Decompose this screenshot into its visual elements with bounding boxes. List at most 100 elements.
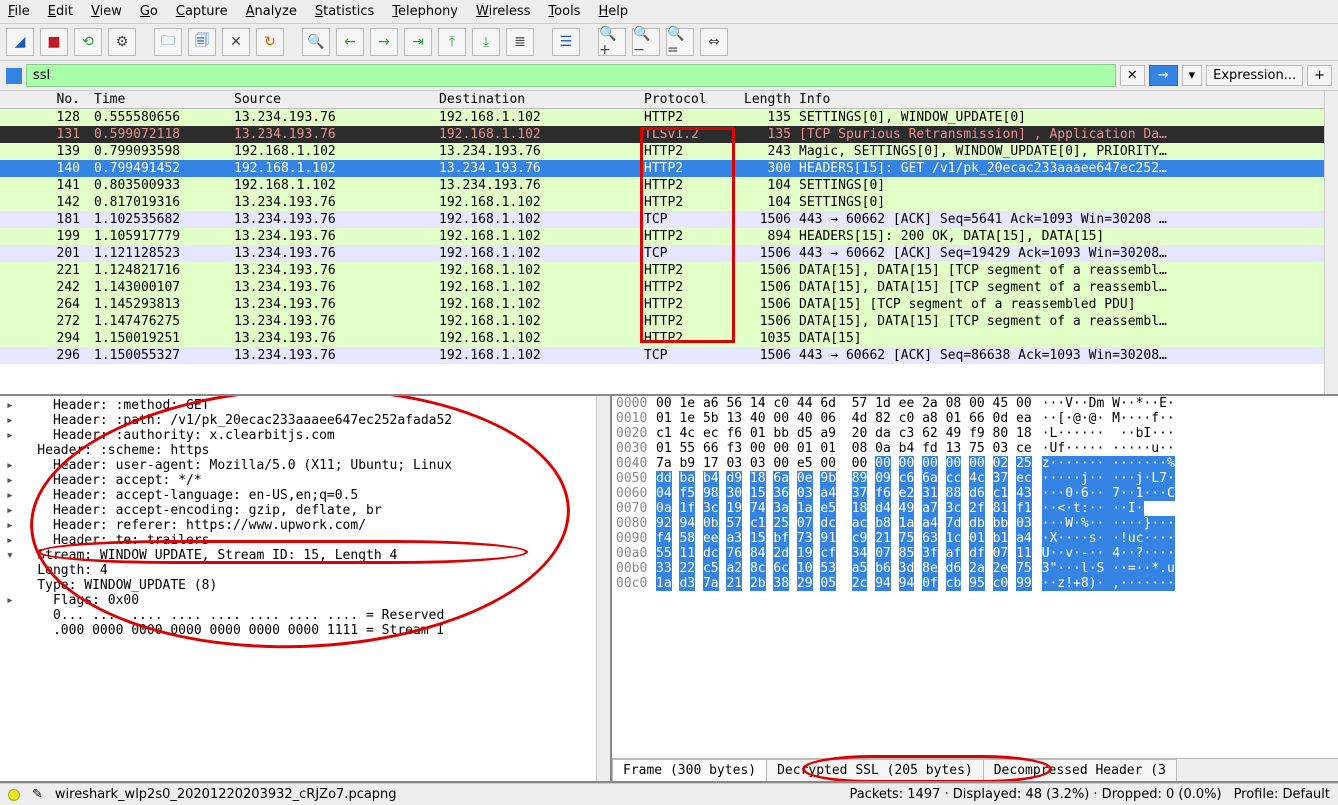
packet-row[interactable]: 1420.81701931613.234.193.76192.168.1.102…	[0, 194, 1338, 211]
go-forward-icon[interactable]: →	[370, 28, 398, 56]
detail-line[interactable]: Type: WINDOW_UPDATE (8)	[0, 578, 610, 593]
detail-line[interactable]: Header: :method: GET	[0, 398, 610, 413]
expression-button[interactable]: Expression...	[1206, 65, 1303, 86]
edit-capture-icon[interactable]: ✎	[32, 787, 43, 802]
packet-row[interactable]: 1400.799491452192.168.1.10213.234.193.76…	[0, 160, 1338, 177]
detail-line[interactable]: 0... .... .... .... .... .... .... .... …	[0, 608, 610, 623]
hex-row[interactable]: 0090f4 58 ee a3 15 bf 73 91 c9 21 75 63 …	[612, 531, 1338, 546]
packet-list-pane[interactable]: No. Time Source Destination Protocol Len…	[0, 91, 1338, 396]
detail-line[interactable]: Header: user-agent: Mozilla/5.0 (X11; Ub…	[0, 458, 610, 473]
resize-columns-icon[interactable]: ⇔	[700, 28, 728, 56]
add-filter-button[interactable]: +	[1307, 65, 1332, 86]
menu-go[interactable]: Go	[140, 4, 158, 19]
zoom-in-icon[interactable]: 🔍+	[598, 28, 626, 56]
packet-row[interactable]: 2421.14300010713.234.193.76192.168.1.102…	[0, 279, 1338, 296]
tab-decrypted-ssl[interactable]: Decrypted SSL (205 bytes)	[766, 759, 984, 781]
packet-row[interactable]: 2011.12112852313.234.193.76192.168.1.102…	[0, 245, 1338, 262]
go-last-icon[interactable]: ⤓	[472, 28, 500, 56]
detail-line[interactable]: Header: :authority: x.clearbitjs.com	[0, 428, 610, 443]
hex-row[interactable]: 00c01a d3 7a 21 2b 38 29 05 2c 94 94 0f …	[612, 576, 1338, 591]
detail-line[interactable]: Length: 4	[0, 563, 610, 578]
packet-row[interactable]: 1390.799093598192.168.1.10213.234.193.76…	[0, 143, 1338, 160]
detail-line[interactable]: Header: referer: https://www.upwork.com/	[0, 518, 610, 533]
col-no-hdr[interactable]: No.	[0, 91, 90, 108]
detail-line[interactable]: Flags: 0x00	[0, 593, 610, 608]
profile-label[interactable]: Profile: Default	[1234, 787, 1330, 802]
zoom-reset-icon[interactable]: 🔍=	[666, 28, 694, 56]
menu-edit[interactable]: Edit	[48, 4, 73, 19]
packet-bytes-pane[interactable]: 000000 1e a6 56 14 c0 44 6d 57 1d ee 2a …	[610, 396, 1338, 781]
expert-info-led-icon[interactable]	[8, 789, 20, 801]
hex-row[interactable]: 0020c1 4c ec f6 01 bb d5 a9 20 da c3 62 …	[612, 426, 1338, 441]
restart-capture-icon[interactable]: ⟲	[74, 28, 102, 56]
go-back-icon[interactable]: ←	[336, 28, 364, 56]
packet-row[interactable]: 2941.15001925113.234.193.76192.168.1.102…	[0, 330, 1338, 347]
zoom-out-icon[interactable]: 🔍−	[632, 28, 660, 56]
menu-capture[interactable]: Capture	[176, 4, 228, 19]
hex-row[interactable]: 001001 1e 5b 13 40 00 40 06 4d 82 c0 a8 …	[612, 411, 1338, 426]
filter-history-icon[interactable]: ▾	[1182, 65, 1203, 86]
hex-row[interactable]: 00700a 1f 3c 19 74 3a 1a e5 18 d4 49 a7 …	[612, 501, 1338, 516]
close-file-icon[interactable]: ✕	[222, 28, 250, 56]
hex-row[interactable]: 000000 1e a6 56 14 c0 44 6d 57 1d ee 2a …	[612, 396, 1338, 411]
detail-line[interactable]: Header: :path: /v1/pk_20ecac233aaaee647e…	[0, 413, 610, 428]
packet-row[interactable]: 2211.12482171613.234.193.76192.168.1.102…	[0, 262, 1338, 279]
find-packet-icon[interactable]: 🔍	[302, 28, 330, 56]
reload-file-icon[interactable]: ↻	[256, 28, 284, 56]
stop-capture-icon[interactable]: ■	[40, 28, 68, 56]
packet-details-pane[interactable]: Header: :method: GET Header: :path: /v1/…	[0, 396, 610, 781]
packet-row[interactable]: 1310.59907211813.234.193.76192.168.1.102…	[0, 126, 1338, 143]
hex-row[interactable]: 006004 f5 98 30 15 36 03 a4 37 f6 e2 31 …	[612, 486, 1338, 501]
hex-row[interactable]: 0050dd ba b4 d9 18 6a 0e 9b 89 09 c6 6a …	[612, 471, 1338, 486]
packet-row[interactable]: 1991.10591777913.234.193.76192.168.1.102…	[0, 228, 1338, 245]
tab-frame[interactable]: Frame (300 bytes)	[612, 759, 767, 781]
hex-row[interactable]: 00a055 11 dc 76 84 2d 19 cf 34 07 85 3f …	[612, 546, 1338, 561]
col-src-hdr[interactable]: Source	[230, 91, 435, 108]
options-icon[interactable]: ⚙	[108, 28, 136, 56]
open-file-icon[interactable]: 🗀	[154, 28, 182, 56]
menu-view[interactable]: View	[91, 4, 122, 19]
hex-row[interactable]: 00b033 22 c5 a2 8c 6c 10 53 a5 b6 3d 8e …	[612, 561, 1338, 576]
details-scrollbar[interactable]	[596, 396, 610, 781]
col-len-hdr[interactable]: Length	[735, 91, 795, 108]
menu-analyze[interactable]: Analyze	[246, 4, 297, 19]
detail-line[interactable]: Header: :scheme: https	[0, 443, 610, 458]
hex-row[interactable]: 003001 55 66 f3 00 00 01 01 08 0a b4 fd …	[612, 441, 1338, 456]
clear-filter-icon[interactable]: ✕	[1120, 65, 1145, 86]
hex-row[interactable]: 00407a b9 17 03 03 00 e5 00 00 00 00 00 …	[612, 456, 1338, 471]
start-capture-icon[interactable]: ◢	[6, 28, 34, 56]
packet-row[interactable]: 2641.14529381313.234.193.76192.168.1.102…	[0, 296, 1338, 313]
detail-line[interactable]: Header: accept: */*	[0, 473, 610, 488]
packet-row[interactable]: 2961.15005532713.234.193.76192.168.1.102…	[0, 347, 1338, 364]
display-filter-input[interactable]	[26, 64, 1116, 87]
menu-statistics[interactable]: Statistics	[315, 4, 374, 19]
go-first-icon[interactable]: ⤒	[438, 28, 466, 56]
autoscroll-icon[interactable]: ≣	[506, 28, 534, 56]
tab-decompressed-header[interactable]: Decompressed Header (3	[983, 759, 1177, 781]
apply-filter-button[interactable]: →	[1149, 65, 1178, 86]
packet-row[interactable]: 2721.14747627513.234.193.76192.168.1.102…	[0, 313, 1338, 330]
menu-file[interactable]: File	[8, 4, 30, 19]
col-time-hdr[interactable]: Time	[90, 91, 230, 108]
packet-row[interactable]: 1410.803500933192.168.1.10213.234.193.76…	[0, 177, 1338, 194]
col-dst-hdr[interactable]: Destination	[435, 91, 640, 108]
save-file-icon[interactable]: 🗐	[188, 28, 216, 56]
detail-line[interactable]: Header: te: trailers	[0, 533, 610, 548]
detail-line[interactable]: Header: accept-language: en-US,en;q=0.5	[0, 488, 610, 503]
colorize-icon[interactable]: ☰	[552, 28, 580, 56]
packet-row[interactable]: 1280.55558065613.234.193.76192.168.1.102…	[0, 109, 1338, 126]
menu-telephony[interactable]: Telephony	[392, 4, 458, 19]
col-info-hdr[interactable]: Info	[795, 91, 1338, 108]
menu-wireless[interactable]: Wireless	[476, 4, 530, 19]
detail-line[interactable]: Stream: WINDOW_UPDATE, Stream ID: 15, Le…	[0, 548, 610, 563]
col-prot-hdr[interactable]: Protocol	[640, 91, 735, 108]
menu-help[interactable]: Help	[598, 4, 628, 19]
menu-tools[interactable]: Tools	[548, 4, 580, 19]
bookmark-filter-icon[interactable]	[6, 68, 22, 84]
detail-line[interactable]: .000 0000 0000 0000 0000 0000 0000 1111 …	[0, 623, 610, 638]
packet-row[interactable]: 1811.10253568213.234.193.76192.168.1.102…	[0, 211, 1338, 228]
jump-to-icon[interactable]: ⇥	[404, 28, 432, 56]
packet-scrollbar[interactable]	[1324, 91, 1338, 394]
detail-line[interactable]: Header: accept-encoding: gzip, deflate, …	[0, 503, 610, 518]
hex-row[interactable]: 008092 94 0b 57 c1 25 07 dc ac b8 1a a4 …	[612, 516, 1338, 531]
